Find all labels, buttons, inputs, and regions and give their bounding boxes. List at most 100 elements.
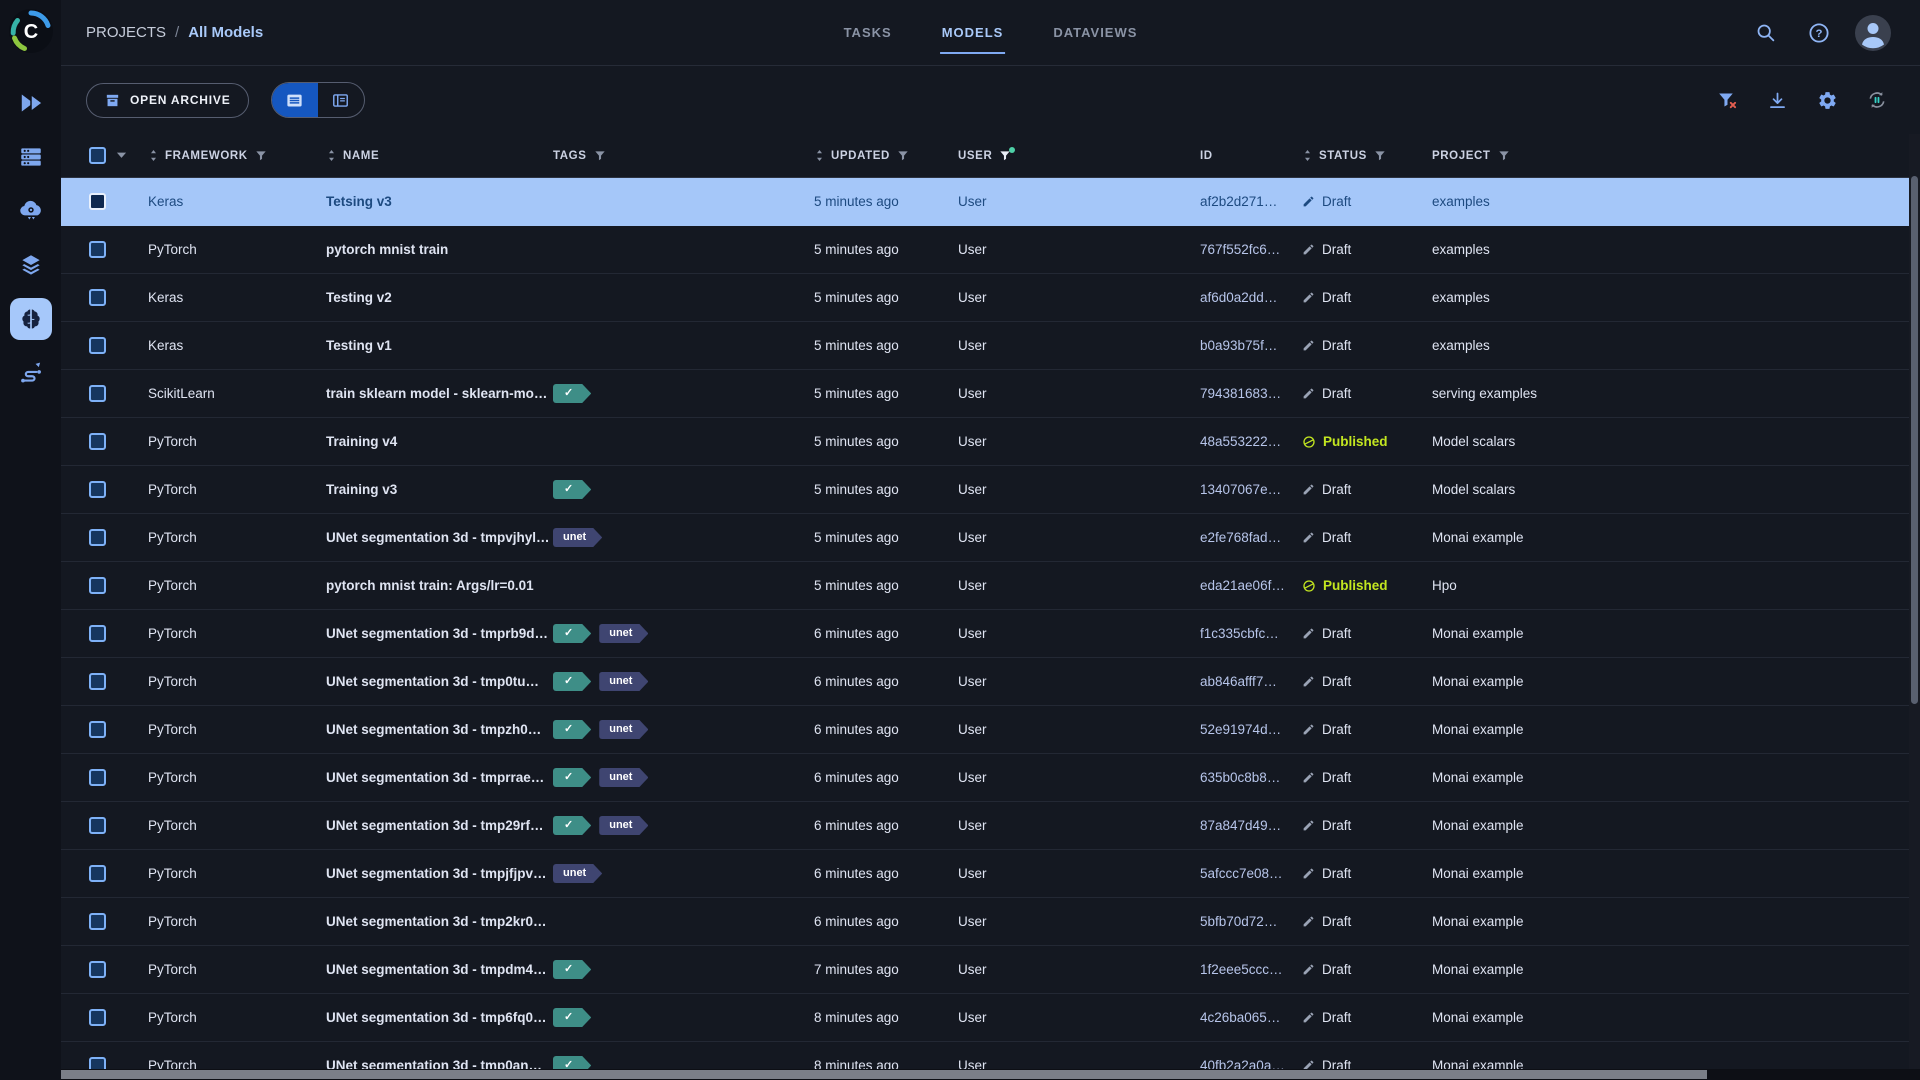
sidebar-item-projects[interactable] <box>10 82 52 124</box>
sort-icon[interactable] <box>814 149 825 162</box>
row-checkbox[interactable] <box>89 433 106 450</box>
download-icon[interactable] <box>1762 85 1792 115</box>
table-row[interactable]: PyTorchUNet segmentation 3d - tmp29rf…✓u… <box>61 802 1920 850</box>
help-icon[interactable]: ? <box>1800 14 1838 52</box>
sidebar-item-datasets[interactable] <box>10 244 52 286</box>
cell-name: UNet segmentation 3d - tmprb9d… <box>326 626 553 641</box>
cell-status: Draft <box>1302 386 1432 401</box>
row-checkbox-cell <box>61 625 148 642</box>
table-row[interactable]: PyTorchUNet segmentation 3d - tmp6fq0…✓8… <box>61 994 1920 1042</box>
sort-icon[interactable] <box>148 149 159 162</box>
table-row[interactable]: PyTorchTraining v3✓5 minutes agoUser1340… <box>61 466 1920 514</box>
table-row[interactable]: PyTorchpytorch mnist train5 minutes agoU… <box>61 226 1920 274</box>
filter-icon[interactable] <box>998 149 1012 163</box>
sidebar-item-pipelines[interactable] <box>10 352 52 394</box>
sort-icon[interactable] <box>1302 149 1313 162</box>
cell-user: User <box>958 290 1200 305</box>
caret-down-icon[interactable] <box>116 150 127 162</box>
row-checkbox[interactable] <box>89 241 106 258</box>
column-header-name[interactable]: NAME <box>326 149 553 162</box>
table-row[interactable]: KerasTesting v25 minutes agoUseraf6d0a2d… <box>61 274 1920 322</box>
tab-models[interactable]: MODELS <box>940 18 1006 47</box>
row-checkbox[interactable] <box>89 529 106 546</box>
table-row[interactable]: PyTorchpytorch mnist train: Args/lr=0.01… <box>61 562 1920 610</box>
row-checkbox[interactable] <box>89 1009 106 1026</box>
table-row[interactable]: KerasTesting v15 minutes agoUserb0a93b75… <box>61 322 1920 370</box>
cell-user: User <box>958 1010 1200 1025</box>
table-row[interactable]: PyTorchUNet segmentation 3d - tmpdm4…✓7 … <box>61 946 1920 994</box>
table-row[interactable]: PyTorchUNet segmentation 3d - tmpjfjpv…u… <box>61 850 1920 898</box>
filter-icon[interactable] <box>1497 149 1511 163</box>
tag: ✓ <box>553 960 591 979</box>
clear-filters-icon[interactable] <box>1712 85 1742 115</box>
filter-icon[interactable] <box>254 149 268 163</box>
card-view-button[interactable] <box>318 83 364 117</box>
row-checkbox[interactable] <box>89 769 106 786</box>
cell-project: Monai example <box>1432 530 1920 545</box>
vertical-scrollbar <box>1909 134 1920 1080</box>
row-checkbox[interactable] <box>89 961 106 978</box>
row-checkbox[interactable] <box>89 289 106 306</box>
table-row[interactable]: PyTorchUNet segmentation 3d - tmprb9d…✓u… <box>61 610 1920 658</box>
column-header-framework[interactable]: FRAMEWORK <box>148 149 326 163</box>
column-header-tags[interactable]: TAGS <box>553 149 814 163</box>
sidebar-item-models[interactable] <box>10 298 52 340</box>
select-all-cell <box>61 147 148 164</box>
avatar-icon[interactable] <box>1854 14 1892 52</box>
table-row[interactable]: ScikitLearntrain sklearn model - sklearn… <box>61 370 1920 418</box>
column-header-status[interactable]: STATUS <box>1302 149 1432 163</box>
sidebar-item-workers[interactable] <box>10 136 52 178</box>
cell-project: examples <box>1432 194 1920 209</box>
column-header-updated[interactable]: UPDATED <box>814 149 958 163</box>
sort-icon[interactable] <box>326 149 337 162</box>
cell-project: Monai example <box>1432 674 1920 689</box>
row-checkbox[interactable] <box>89 721 106 738</box>
table-row[interactable]: PyTorchUNet segmentation 3d - tmpvjhyl…u… <box>61 514 1920 562</box>
filter-icon[interactable] <box>896 149 910 163</box>
row-checkbox[interactable] <box>89 817 106 834</box>
cell-name: train sklearn model - sklearn-mo… <box>326 386 553 401</box>
row-checkbox[interactable] <box>89 577 106 594</box>
draft-pencil-icon <box>1302 819 1315 832</box>
table-row[interactable]: PyTorchTraining v45 minutes agoUser48a55… <box>61 418 1920 466</box>
row-checkbox[interactable] <box>89 625 106 642</box>
table-row[interactable]: PyTorchUNet segmentation 3d - tmprrae…✓u… <box>61 754 1920 802</box>
auto-refresh-icon[interactable] <box>1862 85 1892 115</box>
row-checkbox[interactable] <box>89 337 106 354</box>
row-checkbox[interactable] <box>89 385 106 402</box>
filter-icon[interactable] <box>593 149 607 163</box>
view-toggle <box>271 82 365 118</box>
settings-icon[interactable] <box>1812 85 1842 115</box>
row-checkbox[interactable] <box>89 193 106 210</box>
horizontal-scrollbar-thumb[interactable] <box>61 1070 1707 1079</box>
cell-tags: ✓unet <box>553 624 814 643</box>
cell-status: Draft <box>1302 482 1432 497</box>
vertical-scrollbar-thumb[interactable] <box>1911 176 1918 704</box>
tag: ✓ <box>553 1008 591 1027</box>
table-view-button[interactable] <box>272 83 318 117</box>
row-checkbox[interactable] <box>89 865 106 882</box>
breadcrumb-projects[interactable]: PROJECTS <box>86 24 166 41</box>
table-row[interactable]: PyTorchUNet segmentation 3d - tmpzh0…✓un… <box>61 706 1920 754</box>
row-checkbox[interactable] <box>89 481 106 498</box>
open-archive-button[interactable]: OPEN ARCHIVE <box>86 83 249 118</box>
row-checkbox[interactable] <box>89 913 106 930</box>
clearml-logo[interactable]: C <box>7 7 55 55</box>
column-header-project[interactable]: PROJECT <box>1432 149 1920 163</box>
column-header-id[interactable]: ID <box>1200 150 1302 162</box>
column-header-user[interactable]: USER <box>958 149 1200 163</box>
tab-tasks[interactable]: TASKS <box>842 18 894 47</box>
cell-updated: 6 minutes ago <box>814 818 958 833</box>
tab-dataviews[interactable]: DATAVIEWS <box>1051 18 1139 47</box>
table-row[interactable]: KerasTetsing v35 minutes agoUseraf2b2d27… <box>61 178 1920 226</box>
search-icon[interactable] <box>1746 14 1784 52</box>
filter-icon[interactable] <box>1373 149 1387 163</box>
table-row[interactable]: PyTorchUNet segmentation 3d - tmp2kr0…6 … <box>61 898 1920 946</box>
cell-framework: PyTorch <box>148 1010 326 1025</box>
row-checkbox[interactable] <box>89 673 106 690</box>
draft-pencil-icon <box>1302 867 1315 880</box>
table-row[interactable]: PyTorchUNet segmentation 3d - tmp0tu…✓un… <box>61 658 1920 706</box>
sidebar-item-applications[interactable] <box>10 190 52 232</box>
cell-project: serving examples <box>1432 386 1920 401</box>
select-all-checkbox[interactable] <box>89 147 106 164</box>
